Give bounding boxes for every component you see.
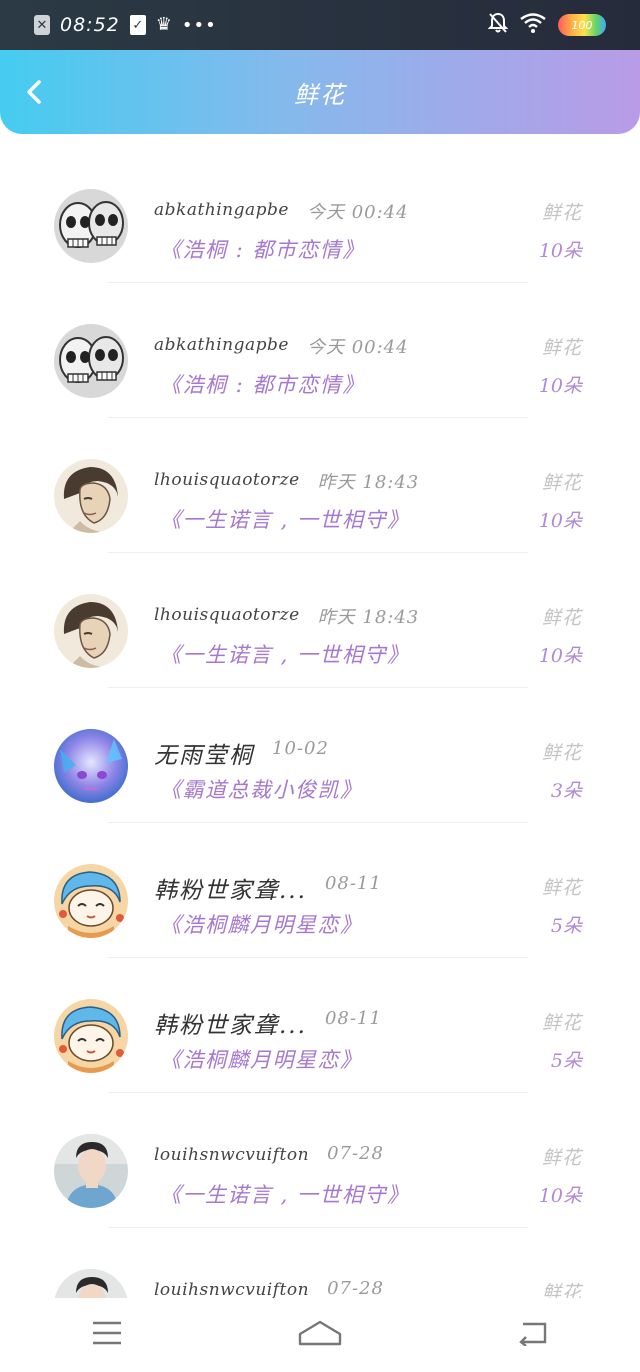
status-time: 08:52 [60,14,120,36]
gift-type-label: 鲜花 [541,877,582,899]
user-avatar[interactable] [54,864,128,938]
close-notification-icon: ✕ [34,15,50,35]
gift-record-row[interactable]: louihsnwcvuifton 07-28 鲜花 [0,1228,640,1298]
book-title-link[interactable]: 《浩桐麟月明星恋》 [160,909,363,939]
username: louihsnwcvuifton [154,1145,310,1165]
gift-type-label: 鲜花 [541,1147,582,1169]
menu-icon [91,1320,123,1350]
username: lhouisquaotorze [154,470,300,490]
gift-count: 10朵 [538,510,582,532]
record-time: 08-11 [324,873,382,894]
gift-type-label: 鲜花 [541,202,582,224]
system-back-button[interactable] [503,1310,563,1360]
user-avatar[interactable] [54,324,128,398]
gift-count: 5朵 [550,915,582,937]
gift-type-label: 鲜花 [541,472,582,494]
user-avatar[interactable] [54,1269,128,1298]
username: louihsnwcvuifton [154,1280,310,1298]
user-avatar[interactable] [54,1134,128,1208]
username: 韩粉世家聋... [154,878,307,904]
system-nav-bar [0,1298,640,1372]
gift-record-row[interactable]: lhouisquaotorze 昨天 18:43 《一生诺言 , 一世相守》 鲜花 10… [0,553,640,688]
gift-record-row[interactable]: abkathingapbe 今天 00:44 《浩桐 : 都市恋情》 鲜花 10朵 [0,148,640,283]
gift-record-row[interactable]: 韩粉世家聋... 08-11 《浩桐麟月明星恋》 鲜花 5朵 [0,958,640,1093]
gift-type-label: 鲜花 [541,337,582,359]
record-time: 今天 00:44 [306,202,409,223]
wifi-icon [520,13,546,37]
record-time: 08-11 [324,1008,382,1029]
user-avatar[interactable] [54,594,128,668]
gift-count: 10朵 [538,1185,582,1207]
home-button[interactable] [290,1310,350,1360]
gift-count: 3朵 [550,780,582,802]
crown-icon: ♛ [155,14,172,35]
record-time: 昨天 18:43 [317,607,420,628]
username: 无雨莹桐 [154,743,254,769]
book-title-link[interactable]: 《浩桐 : 都市恋情》 [160,234,365,264]
book-title-link[interactable]: 《霸道总裁小俊凯》 [160,774,363,804]
gift-count: 10朵 [538,240,582,262]
gift-record-row[interactable]: louihsnwcvuifton 07-28 《一生诺言 , 一世相守》 鲜花 10朵 [0,1093,640,1228]
header-bar: 鲜花 [0,50,640,134]
user-avatar[interactable] [54,189,128,263]
home-icon [298,1320,342,1350]
record-time: 07-28 [327,1278,384,1298]
gift-record-row[interactable]: abkathingapbe 今天 00:44 《浩桐 : 都市恋情》 鲜花 10朵 [0,283,640,418]
book-title-link[interactable]: 《浩桐麟月明星恋》 [160,1044,363,1074]
back-icon [517,1320,549,1350]
user-avatar[interactable] [54,999,128,1073]
book-title-link[interactable]: 《一生诺言 , 一世相守》 [160,1179,410,1209]
status-bar: ✕ 08:52 ✓ ♛ ••• 100 [0,0,640,50]
gift-record-row[interactable]: 韩粉世家聋... 08-11 《浩桐麟月明星恋》 鲜花 5朵 [0,823,640,958]
gift-record-row[interactable]: 无雨莹桐 10-02 《霸道总裁小俊凯》 鲜花 3朵 [0,688,640,823]
gift-count: 10朵 [538,375,582,397]
more-notifications-icon: ••• [181,14,217,36]
gift-record-row[interactable]: lhouisquaotorze 昨天 18:43 《一生诺言 , 一世相守》 鲜花 10… [0,418,640,553]
menu-button[interactable] [77,1310,137,1360]
record-time: 昨天 18:43 [317,472,420,493]
gift-type-label: 鲜花 [541,607,582,629]
username: abkathingapbe [154,335,289,355]
book-title-link[interactable]: 《一生诺言 , 一世相守》 [160,504,410,534]
gift-type-label: 鲜花 [541,1012,582,1034]
gift-type-label: 鲜花 [541,1282,582,1298]
page-title: 鲜花 [294,80,346,109]
book-title-link[interactable]: 《一生诺言 , 一世相守》 [160,639,410,669]
username: abkathingapbe [154,200,289,220]
user-avatar[interactable] [54,729,128,803]
gift-type-label: 鲜花 [541,742,582,764]
user-avatar[interactable] [54,459,128,533]
gift-count: 5朵 [550,1050,582,1072]
username: 韩粉世家聋... [154,1013,307,1039]
bell-muted-icon [487,12,509,38]
book-title-link[interactable]: 《浩桐 : 都市恋情》 [160,369,365,399]
username: lhouisquaotorze [154,605,300,625]
gift-count: 10朵 [538,645,582,667]
checklist-icon: ✓ [129,15,146,35]
record-time: 今天 00:44 [306,337,409,358]
battery-indicator: 100 [558,14,606,36]
record-time: 10-02 [272,738,329,759]
record-time: 07-28 [327,1143,384,1164]
